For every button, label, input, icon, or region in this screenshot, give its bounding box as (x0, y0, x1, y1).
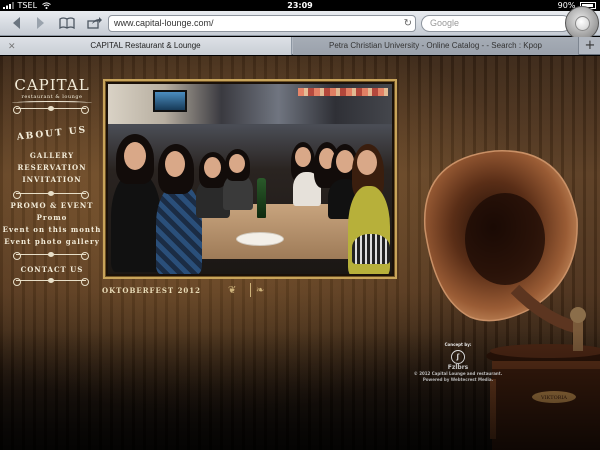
event-photo (108, 84, 392, 274)
new-tab-button[interactable]: + (580, 37, 600, 55)
nav-separator (250, 283, 251, 297)
bookmarks-button[interactable] (56, 14, 78, 32)
logo-ornament (12, 101, 92, 105)
status-bar: TSEL 23:09 90% (0, 0, 600, 11)
gramophone-label: VIKTORIA (540, 395, 567, 401)
browser-toolbar: www.capital-lounge.com/ ↻ Google (0, 11, 600, 36)
tab-title: CAPITAL Restaurant & Lounge (90, 41, 201, 50)
contact-menu: CONTACT US (0, 264, 104, 276)
share-icon (86, 17, 102, 29)
search-field[interactable]: Google (421, 15, 571, 32)
clock: 23:09 (287, 1, 313, 10)
home-button[interactable] (565, 6, 599, 40)
book-icon (59, 17, 75, 29)
home-icon (575, 16, 590, 31)
menu-contact-us[interactable]: CONTACT US (0, 264, 104, 276)
back-button[interactable] (8, 14, 26, 32)
menu-gallery[interactable]: GALLERY (0, 150, 104, 162)
menu-promo[interactable]: Promo (0, 212, 104, 224)
menu-event-gallery[interactable]: Event photo gallery (0, 236, 104, 248)
logo-tagline: restaurant & lounge (21, 94, 83, 100)
tab-title: Petra Christian University - Online Cata… (329, 41, 542, 50)
menu-divider (13, 191, 89, 199)
concept-label: Concept by: (444, 342, 472, 347)
menu-promo-event[interactable]: PROMO & EVENT (0, 200, 104, 212)
forward-button[interactable] (31, 14, 49, 32)
forward-arrow-icon (37, 17, 44, 29)
next-arrow-icon[interactable]: ❧ (256, 285, 264, 296)
tab-capital[interactable]: ✕ CAPITAL Restaurant & Lounge (0, 37, 292, 55)
share-button[interactable] (84, 14, 104, 32)
search-placeholder: Google (430, 18, 460, 28)
menu-about-us[interactable]: ABOUT US (0, 123, 104, 146)
menu-invitation[interactable]: INVITATION (0, 174, 104, 186)
tab-bar: ✕ CAPITAL Restaurant & Lounge Petra Chri… (0, 37, 600, 55)
close-tab-icon[interactable]: ✕ (8, 37, 16, 55)
web-page: CAPITAL restaurant & lounge ABOUT US GAL… (0, 56, 600, 450)
powered-by-text: Powered by Webtecrest Media. (422, 377, 494, 382)
site-credits: Concept by: ʃ Fzlbrs © 2012 Capital Loun… (408, 342, 508, 383)
menu-reservation[interactable]: RESERVATION (0, 162, 104, 174)
prev-arrow-icon[interactable]: ❦ (228, 285, 236, 296)
gallery-photo-frame[interactable] (103, 79, 397, 279)
promo-menu: PROMO & EVENT Promo Event on this month … (0, 200, 104, 248)
site-logo[interactable]: CAPITAL restaurant & lounge (6, 76, 98, 105)
main-menu: ABOUT US GALLERY RESERVATION INVITATION (0, 125, 104, 186)
tv-screen (153, 90, 187, 112)
address-bar[interactable]: www.capital-lounge.com/ ↻ (108, 15, 416, 32)
logo-name: CAPITAL (14, 76, 90, 94)
menu-event-month[interactable]: Event on this month (0, 224, 104, 236)
menu-divider (13, 252, 89, 260)
url-text: www.capital-lounge.com/ (114, 18, 214, 28)
photo-caption: OKTOBERFEST 2012 (102, 286, 202, 295)
tab-petra[interactable]: Petra Christian University - Online Cata… (293, 37, 579, 55)
menu-divider (13, 106, 89, 114)
menu-divider (13, 278, 89, 286)
fzlbrs-logo-icon[interactable]: ʃ (451, 350, 465, 364)
reload-icon[interactable]: ↻ (404, 16, 412, 31)
back-arrow-icon (13, 17, 20, 29)
